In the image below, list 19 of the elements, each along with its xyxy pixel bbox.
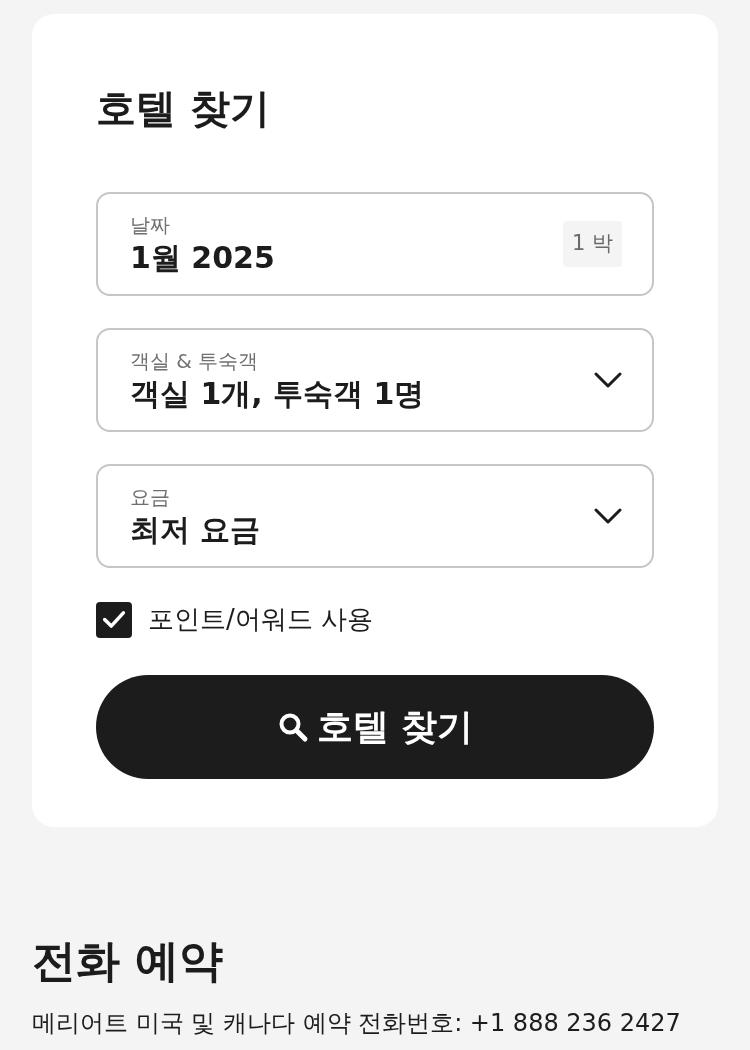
- section-heading: 전화 예약: [32, 935, 224, 988]
- field-label: 날짜: [130, 211, 171, 238]
- chevron-down-icon: [594, 508, 622, 524]
- checkbox[interactable]: [96, 601, 132, 638]
- card-title: 호텔 찾기: [96, 84, 270, 132]
- field-value: 객실 1개, 투숙객 1명: [130, 374, 425, 413]
- field-value: 1월 2025: [130, 238, 275, 277]
- field-label: 객실 & 투숙객: [130, 347, 260, 374]
- dropdown-field[interactable]: 요금 최저 요금: [96, 464, 654, 568]
- checkbox-label: 포인트/어워드 사용: [148, 603, 374, 636]
- phone-info-text: 메리어트 미국 및 캐나다 예약 전화번호: +1 888 236 2427: [32, 1007, 681, 1039]
- checkmark-icon: [103, 611, 125, 628]
- nights-badge: 1 박: [562, 221, 622, 267]
- field-value: 최저 요금: [130, 510, 261, 549]
- field-label: 요금: [130, 483, 171, 510]
- date-field[interactable]: 날짜 1월 2025 1 박: [96, 192, 654, 296]
- chevron-down-icon: [594, 372, 622, 388]
- search-button[interactable]: 호텔 찾기: [96, 675, 654, 779]
- dropdown-field[interactable]: 객실 & 투숙객 객실 1개, 투숙객 1명: [96, 328, 654, 432]
